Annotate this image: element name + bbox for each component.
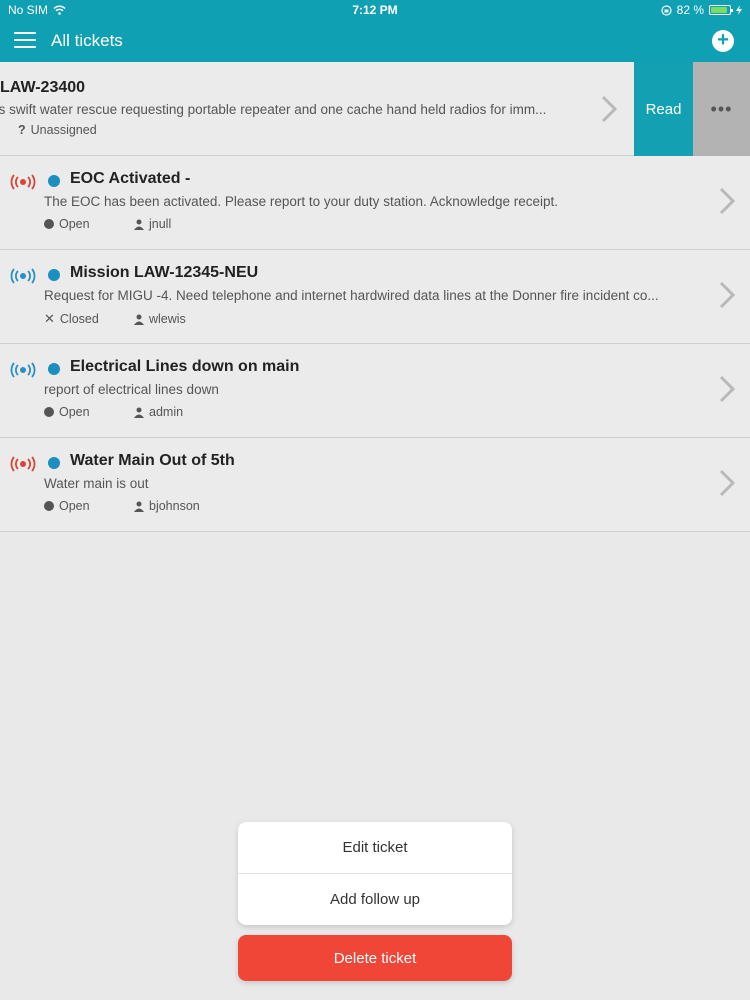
assignee: bjohnson xyxy=(134,499,200,513)
chevron-right-icon[interactable] xyxy=(718,186,736,216)
status-label: Open xyxy=(59,217,90,231)
nav-bar: All tickets + xyxy=(0,20,750,62)
assignee: ? Unassigned xyxy=(18,123,97,137)
status-label: Open xyxy=(59,405,90,419)
ticket-row[interactable]: Electrical Lines down on main report of … xyxy=(0,344,750,438)
chevron-right-icon[interactable] xyxy=(718,468,736,498)
ticket-status: Open xyxy=(44,499,134,513)
ticket-meta: Open jnull xyxy=(44,217,171,231)
unread-dot xyxy=(48,269,60,281)
battery-icon xyxy=(709,5,733,15)
broadcast-icon xyxy=(10,268,36,284)
more-options-button[interactable]: ••• xyxy=(693,62,750,156)
ticket-meta: Open bjohnson xyxy=(44,499,200,513)
ticket-meta: Open admin xyxy=(44,405,183,419)
ticket-list: LAW-23400 's swift water rescue requesti… xyxy=(0,62,750,532)
clock: 7:12 PM xyxy=(352,3,398,17)
question-icon: ? xyxy=(18,123,26,137)
assignee: admin xyxy=(134,405,183,419)
ticket-description: report of electrical lines down xyxy=(44,382,219,397)
charging-icon xyxy=(736,5,742,15)
ticket-title: Electrical Lines down on main xyxy=(70,358,300,375)
status-bar: No SIM 7:12 PM 82 % xyxy=(0,0,750,20)
assignee-name: admin xyxy=(149,405,184,419)
mark-read-button[interactable]: Read xyxy=(634,62,693,156)
status-right: 82 % xyxy=(661,3,742,17)
unread-dot xyxy=(48,363,60,375)
ticket-row-swiped[interactable]: LAW-23400 's swift water rescue requesti… xyxy=(0,62,750,156)
page-title: All tickets xyxy=(51,31,123,50)
ticket-title: EOC Activated - xyxy=(70,170,191,187)
plus-icon: + xyxy=(717,29,729,51)
open-status-icon xyxy=(44,501,54,511)
person-icon xyxy=(134,407,144,418)
add-ticket-button[interactable]: + xyxy=(712,30,734,52)
ticket-description: 's swift water rescue requesting portabl… xyxy=(0,102,547,117)
unread-dot xyxy=(48,457,60,469)
delete-ticket-button[interactable]: Delete ticket xyxy=(238,935,512,981)
assignee-name: jnull xyxy=(149,217,172,231)
assignee-name: wlewis xyxy=(149,312,186,326)
person-icon xyxy=(134,219,144,230)
ticket-meta: ? Unassigned xyxy=(18,123,97,137)
assignee-name: Unassigned xyxy=(30,123,97,137)
broadcast-icon xyxy=(10,362,36,378)
ticket-row[interactable]: Water Main Out of 5th Water main is out … xyxy=(0,438,750,532)
close-icon: ✕ xyxy=(44,311,55,326)
ticket-row[interactable]: EOC Activated - The EOC has been activat… xyxy=(0,156,750,250)
ticket-description: Request for MIGU -4. Need telephone and … xyxy=(44,288,659,303)
person-icon xyxy=(134,314,144,325)
ticket-status: ✕ Closed xyxy=(44,311,134,327)
ticket-status: Open xyxy=(44,405,134,419)
ticket-status: Open xyxy=(44,217,134,231)
assignee: wlewis xyxy=(134,312,186,326)
chevron-right-icon[interactable] xyxy=(600,94,618,124)
add-follow-up-button[interactable]: Add follow up xyxy=(238,873,512,924)
ticket-row[interactable]: Mission LAW-12345-NEU Request for MIGU -… xyxy=(0,250,750,344)
ticket-title: Mission LAW-12345-NEU xyxy=(70,264,259,281)
hamburger-icon[interactable] xyxy=(14,32,36,50)
ticket-title: Water Main Out of 5th xyxy=(70,452,235,469)
battery-percent: 82 % xyxy=(676,3,704,17)
broadcast-icon xyxy=(10,456,36,472)
assignee-name: bjohnson xyxy=(149,499,200,513)
ticket-description: Water main is out xyxy=(44,476,149,491)
open-status-icon xyxy=(44,219,54,229)
status-label: Closed xyxy=(59,312,99,326)
chevron-right-icon[interactable] xyxy=(718,374,736,404)
status-label: Open xyxy=(59,499,90,513)
open-status-icon xyxy=(44,407,54,417)
unread-dot xyxy=(48,175,60,187)
assignee: jnull xyxy=(134,217,171,231)
swiped-row-content: LAW-23400 's swift water rescue requesti… xyxy=(0,62,634,156)
person-icon xyxy=(134,501,144,512)
ticket-title: LAW-23400 xyxy=(0,79,86,96)
ticket-meta: ✕ Closed wlewis xyxy=(44,311,186,327)
rotation-lock-icon xyxy=(661,4,672,16)
broadcast-icon xyxy=(10,174,36,190)
chevron-right-icon[interactable] xyxy=(718,280,736,310)
ticket-description: The EOC has been activated. Please repor… xyxy=(44,194,559,209)
edit-ticket-button[interactable]: Edit ticket xyxy=(238,822,512,873)
action-sheet: Edit ticket Add follow up xyxy=(238,822,512,925)
